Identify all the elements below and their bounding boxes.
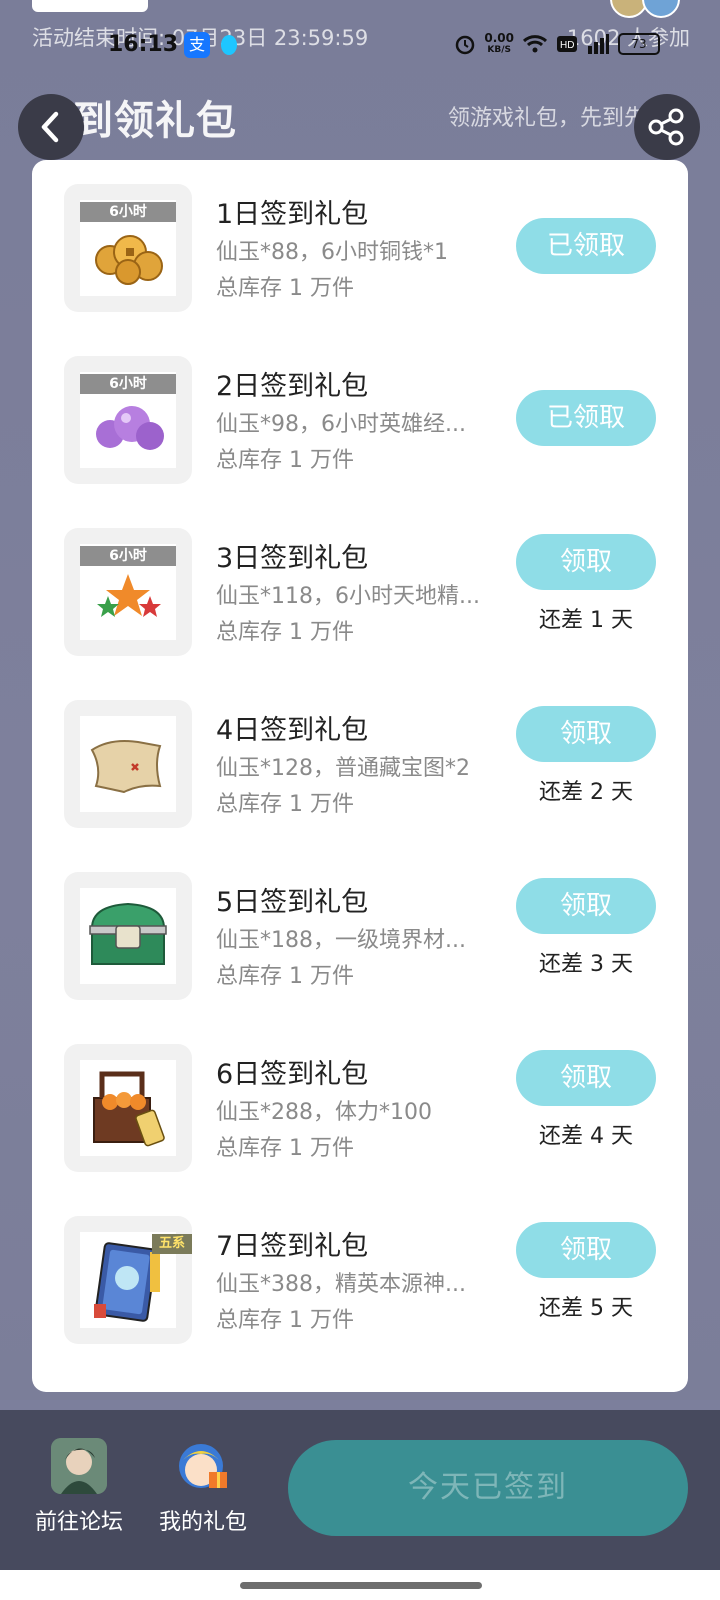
gift-stock: 总库存 1 万件 (216, 620, 354, 645)
gift-stock: 总库存 1 万件 (216, 448, 354, 473)
duration-tag: 6小时 (80, 374, 176, 394)
gift-thumbnail: 6小时 (64, 356, 192, 484)
qq-icon (216, 32, 242, 58)
stamina-crate-icon (93, 1071, 165, 1147)
treasure-map-icon (90, 740, 162, 794)
back-button[interactable] (18, 94, 84, 160)
gift-row: 五系 7日签到礼包 仙玉*388，精英本源神... 总库存 1 万件 领取 还差… (32, 1192, 688, 1344)
my-gifts-link[interactable]: 我的礼包 (148, 1438, 258, 1536)
gift-thumbnail (64, 700, 192, 828)
gift-title: 5日签到礼包 (216, 887, 369, 918)
share-button[interactable] (634, 94, 700, 160)
gift-title: 1日签到礼包 (216, 199, 369, 230)
my-gifts-icon (175, 1438, 231, 1494)
gift-title: 2日签到礼包 (216, 371, 369, 402)
top-tab (32, 0, 148, 12)
net-speed: 0.00 KB/S (484, 31, 514, 55)
checked-in-button[interactable]: 今天已签到 (288, 1440, 688, 1536)
alarm-icon (456, 35, 475, 55)
claim-button[interactable]: 领取 (516, 1050, 656, 1106)
gift-description: 仙玉*118，6小时天地精... (216, 584, 480, 609)
wifi-icon (522, 35, 548, 53)
element-tag: 五系 (152, 1234, 192, 1254)
gift-thumbnail (64, 872, 192, 1000)
gift-title: 4日签到礼包 (216, 715, 369, 746)
bottom-bar: 前往论坛 我的礼包 今天已签到 (0, 1410, 720, 1570)
claim-button[interactable]: 领取 (516, 878, 656, 934)
share-icon (648, 108, 684, 146)
gift-row: 6日签到礼包 仙玉*288，体力*100 总库存 1 万件 领取 还差 4 天 (32, 1020, 688, 1172)
chevron-left-icon (41, 111, 59, 143)
duration-tag: 6小时 (80, 202, 176, 222)
my-gifts-label: 我的礼包 (158, 1510, 247, 1535)
status-bar: 16:13 支 0.00 KB/S HD 73 (0, 24, 720, 68)
participant-avatars (580, 0, 700, 18)
signal-icon (588, 34, 609, 54)
claimed-button[interactable]: 已领取 (516, 390, 656, 446)
gift-description: 仙玉*88，6小时铜钱*1 (216, 240, 448, 265)
gift-thumbnail: 6小时 (64, 184, 192, 312)
gift-description: 仙玉*288，体力*100 (216, 1100, 432, 1125)
gift-row: 6小时 1日签到礼包 仙玉*88，6小时铜钱*1 总库存 1 万件 已领取 (32, 160, 688, 312)
status-icons: 0.00 KB/S HD 73 (454, 32, 660, 56)
days-left: 还差 3 天 (539, 952, 633, 977)
gift-thumbnail: 6小时 (64, 528, 192, 656)
hd-icon: HD (557, 36, 577, 52)
gift-stock: 总库存 1 万件 (216, 792, 354, 817)
gift-stock: 总库存 1 万件 (216, 1136, 354, 1161)
gift-description: 仙玉*388，精英本源神... (216, 1272, 466, 1297)
gift-list-card: 6小时 1日签到礼包 仙玉*88，6小时铜钱*1 总库存 1 万件 已领取 6小… (32, 160, 688, 1392)
gift-title: 6日签到礼包 (216, 1059, 369, 1090)
gift-description: 仙玉*188，一级境界材... (216, 928, 466, 953)
duration-tag: 6小时 (80, 546, 176, 566)
claim-button[interactable]: 领取 (516, 706, 656, 762)
gift-row: 5日签到礼包 仙玉*188，一级境界材... 总库存 1 万件 领取 还差 3 … (32, 848, 688, 1000)
days-left: 还差 1 天 (539, 608, 633, 633)
svg-text:HD: HD (560, 40, 574, 51)
gift-row: 6小时 2日签到礼包 仙玉*98，6小时英雄经... 总库存 1 万件 已领取 (32, 332, 688, 484)
gift-row: 4日签到礼包 仙玉*128，普通藏宝图*2 总库存 1 万件 领取 还差 2 天 (32, 676, 688, 828)
claimed-button[interactable]: 已领取 (516, 218, 656, 274)
gift-thumbnail: 五系 (64, 1216, 192, 1344)
battery-icon: 73 (618, 33, 660, 55)
forum-label: 前往论坛 (34, 1510, 123, 1535)
alipay-icon: 支 (184, 32, 210, 58)
gift-row: 6小时 3日签到礼包 仙玉*118，6小时天地精... 总库存 1 万件 领取 … (32, 504, 688, 656)
gift-title: 7日签到礼包 (216, 1231, 369, 1262)
days-left: 还差 5 天 (539, 1296, 633, 1321)
forum-link[interactable]: 前往论坛 (24, 1438, 134, 1536)
gift-stock: 总库存 1 万件 (216, 1308, 354, 1333)
gift-stock: 总库存 1 万件 (216, 964, 354, 989)
claim-button[interactable]: 领取 (516, 534, 656, 590)
days-left: 还差 4 天 (539, 1124, 633, 1149)
gift-stock: 总库存 1 万件 (216, 276, 354, 301)
treasure-chest-icon (89, 902, 167, 965)
gift-description: 仙玉*128，普通藏宝图*2 (216, 756, 470, 781)
gift-description: 仙玉*98，6小时英雄经... (216, 412, 466, 437)
claim-button[interactable]: 领取 (516, 1222, 656, 1278)
gift-thumbnail (64, 1044, 192, 1172)
days-left: 还差 2 天 (539, 780, 633, 805)
status-time: 16:13 (108, 32, 179, 57)
home-indicator[interactable] (240, 1582, 482, 1589)
forum-icon (51, 1438, 107, 1494)
gift-title: 3日签到礼包 (216, 543, 369, 574)
